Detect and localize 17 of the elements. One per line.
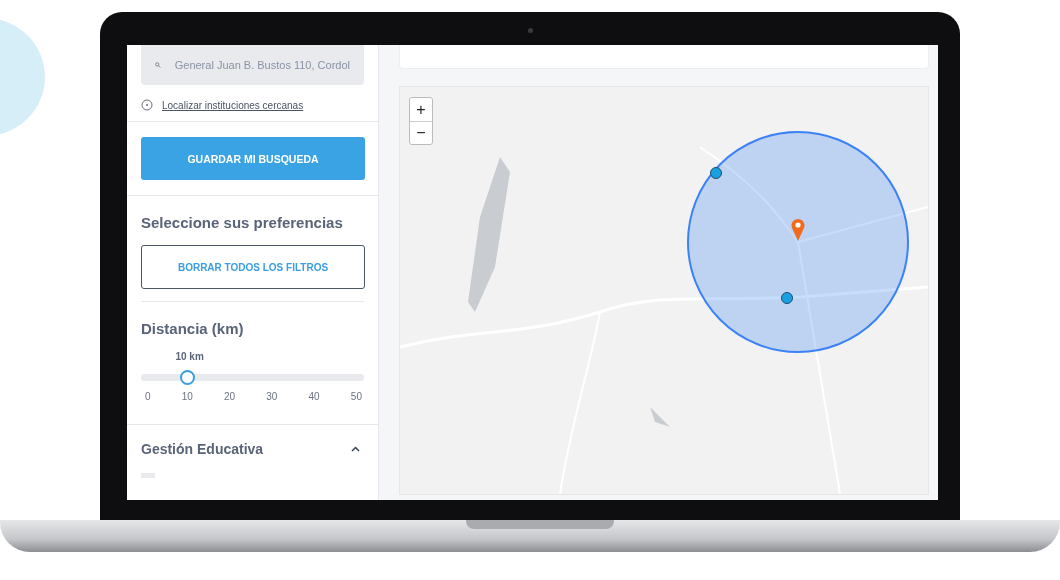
camera-icon xyxy=(528,28,533,33)
section-title: Gestión Educativa xyxy=(141,441,264,457)
section-title: Seleccione sus preferencias xyxy=(141,214,344,231)
section-title: Distancia (km) xyxy=(141,320,245,337)
location-pin-icon[interactable] xyxy=(791,218,805,242)
slider-value: 10 km xyxy=(175,351,204,362)
tick-label: 50 xyxy=(350,391,362,402)
zoom-out-button[interactable]: − xyxy=(410,121,432,144)
tick-label: 20 xyxy=(224,391,236,402)
locate-link[interactable]: Localizar instituciones cercanas xyxy=(162,99,304,111)
tick-label: 0 xyxy=(145,391,151,402)
tick-label: 40 xyxy=(308,391,320,402)
crosshair-icon xyxy=(141,99,153,111)
tick-label: 10 xyxy=(181,391,193,402)
tick-label: 30 xyxy=(266,391,278,402)
slider-thumb[interactable] xyxy=(179,370,195,385)
caret-icon[interactable] xyxy=(351,446,360,452)
